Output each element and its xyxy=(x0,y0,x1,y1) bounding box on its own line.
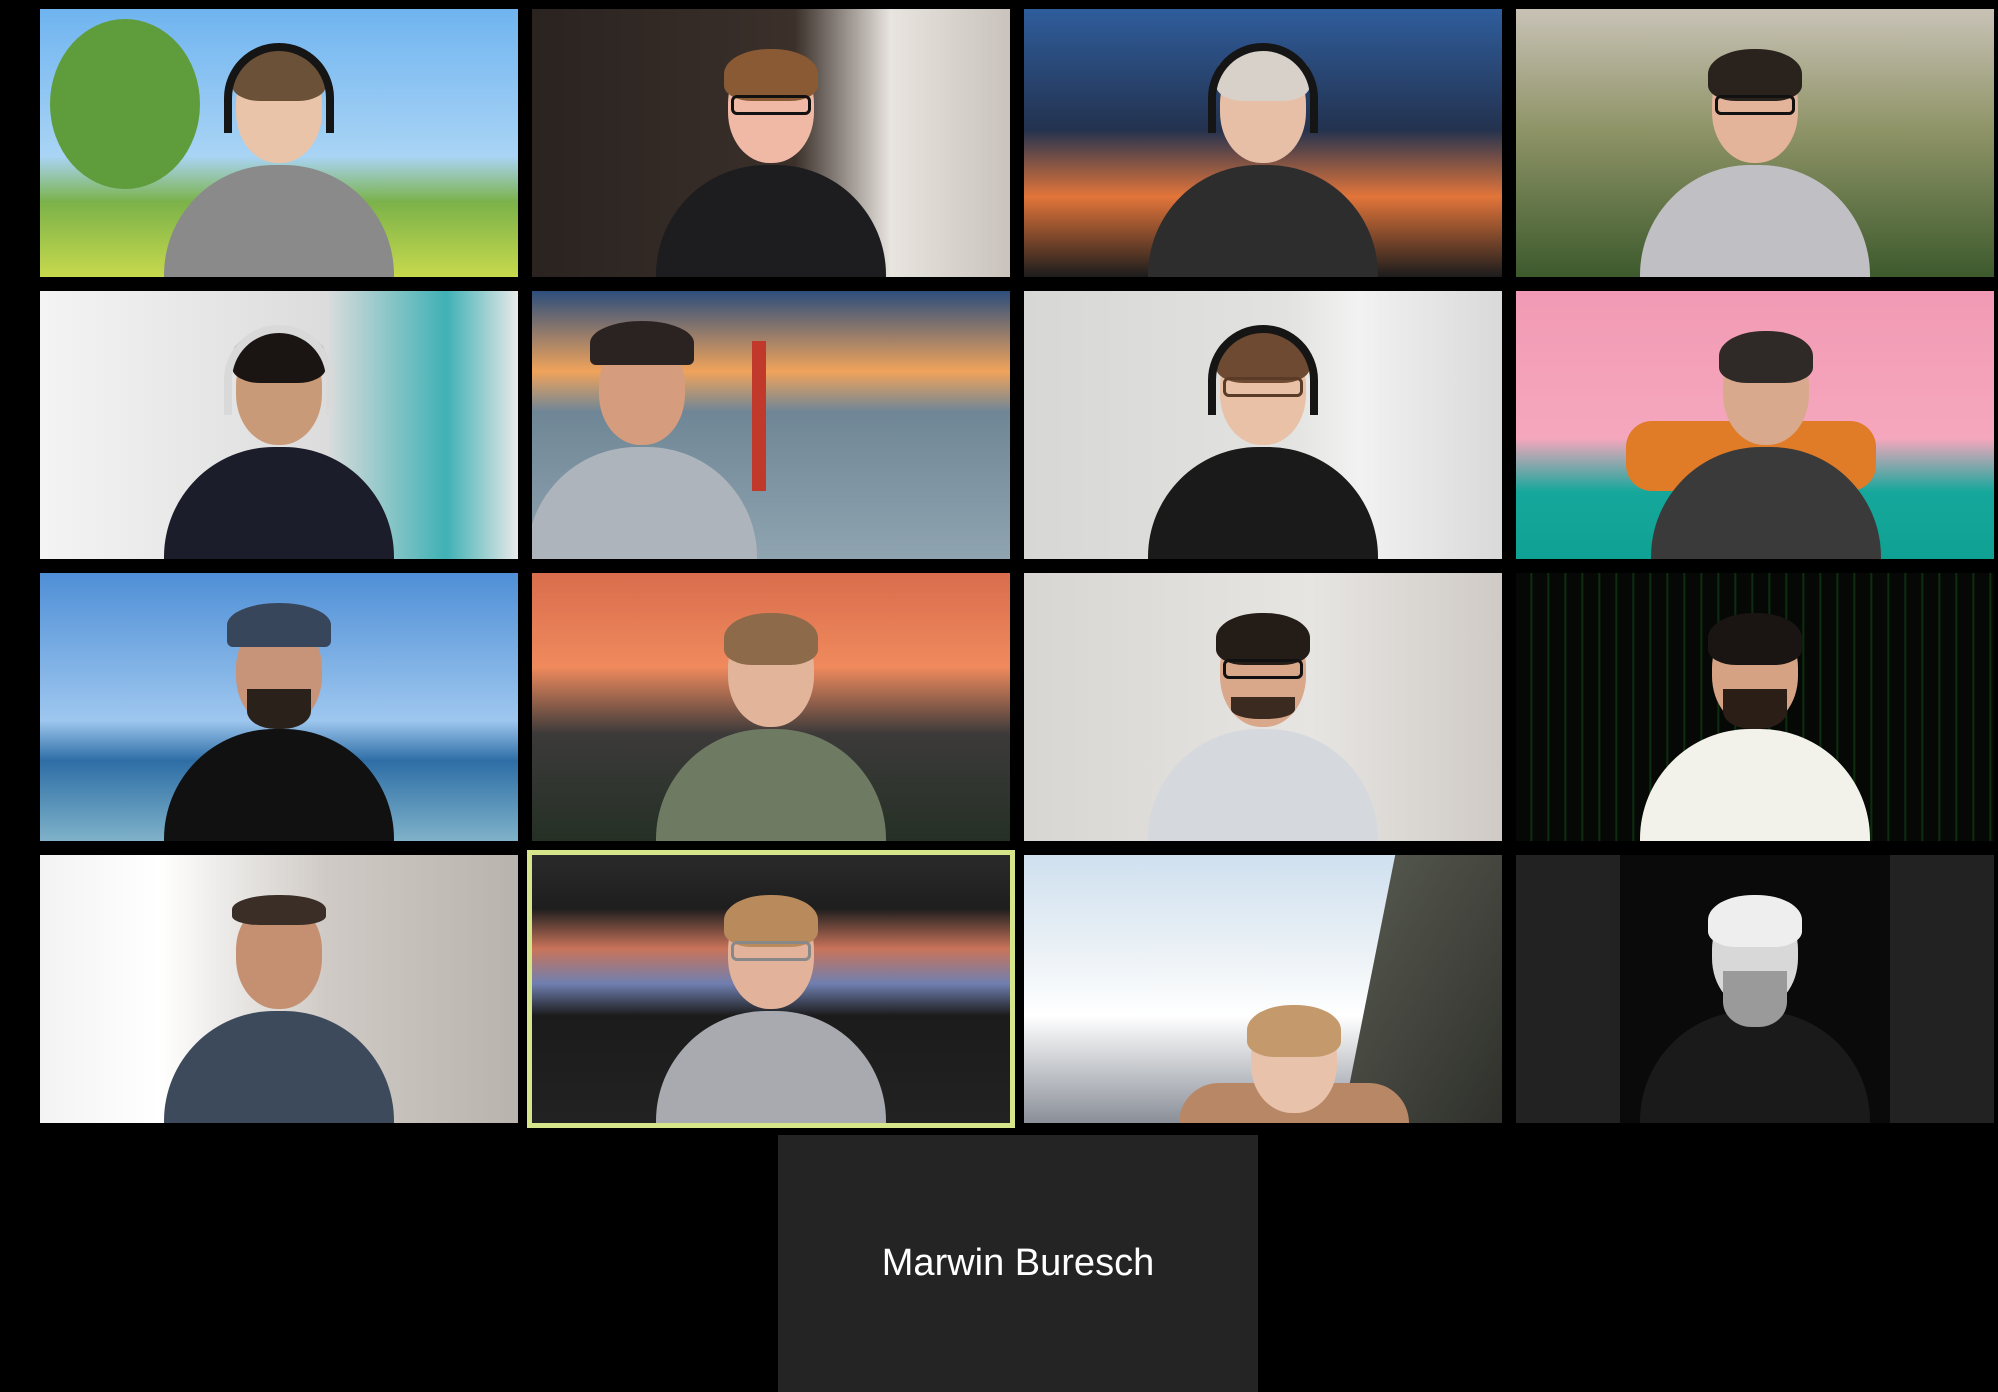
video-gallery: Marwin Buresch xyxy=(0,0,1998,1392)
participant-figure xyxy=(1148,37,1378,277)
participant-video-tile[interactable] xyxy=(1516,9,1994,277)
participant-video-tile[interactable] xyxy=(532,573,1010,841)
participant-video-tile[interactable] xyxy=(1024,9,1502,277)
participant-video-tile[interactable] xyxy=(40,855,518,1123)
participant-video-tile[interactable] xyxy=(1024,855,1502,1123)
participant-video-tile[interactable] xyxy=(532,9,1010,277)
participant-figure xyxy=(1640,37,1870,277)
participant-video-tile[interactable] xyxy=(40,291,518,559)
participant-video-tile[interactable] xyxy=(532,291,1010,559)
participant-video-tile[interactable] xyxy=(1516,855,1994,1123)
participant-figure xyxy=(656,37,886,277)
participant-video-tile[interactable] xyxy=(1516,291,1994,559)
participant-figure xyxy=(164,319,394,559)
participant-figure xyxy=(1640,601,1870,841)
participant-figure xyxy=(532,319,757,559)
participant-figure xyxy=(164,883,394,1123)
participant-video-tile-active-speaker[interactable] xyxy=(527,850,1015,1128)
participant-figure xyxy=(1640,883,1870,1123)
participant-name: Marwin Buresch xyxy=(881,1242,1155,1284)
participant-figure xyxy=(656,883,886,1123)
participant-figure xyxy=(1179,883,1409,1123)
participant-figure xyxy=(164,37,394,277)
participant-name-tile[interactable]: Marwin Buresch xyxy=(778,1135,1258,1392)
participant-video-tile[interactable] xyxy=(1024,291,1502,559)
participant-video-tile[interactable] xyxy=(1516,573,1994,841)
participant-figure xyxy=(164,601,394,841)
participant-figure xyxy=(1651,319,1881,559)
participant-figure xyxy=(656,601,886,841)
participant-figure xyxy=(1148,319,1378,559)
participant-video-tile[interactable] xyxy=(1024,573,1502,841)
participant-video-tile[interactable] xyxy=(40,573,518,841)
participant-figure xyxy=(1148,601,1378,841)
participant-video-tile[interactable] xyxy=(40,9,518,277)
